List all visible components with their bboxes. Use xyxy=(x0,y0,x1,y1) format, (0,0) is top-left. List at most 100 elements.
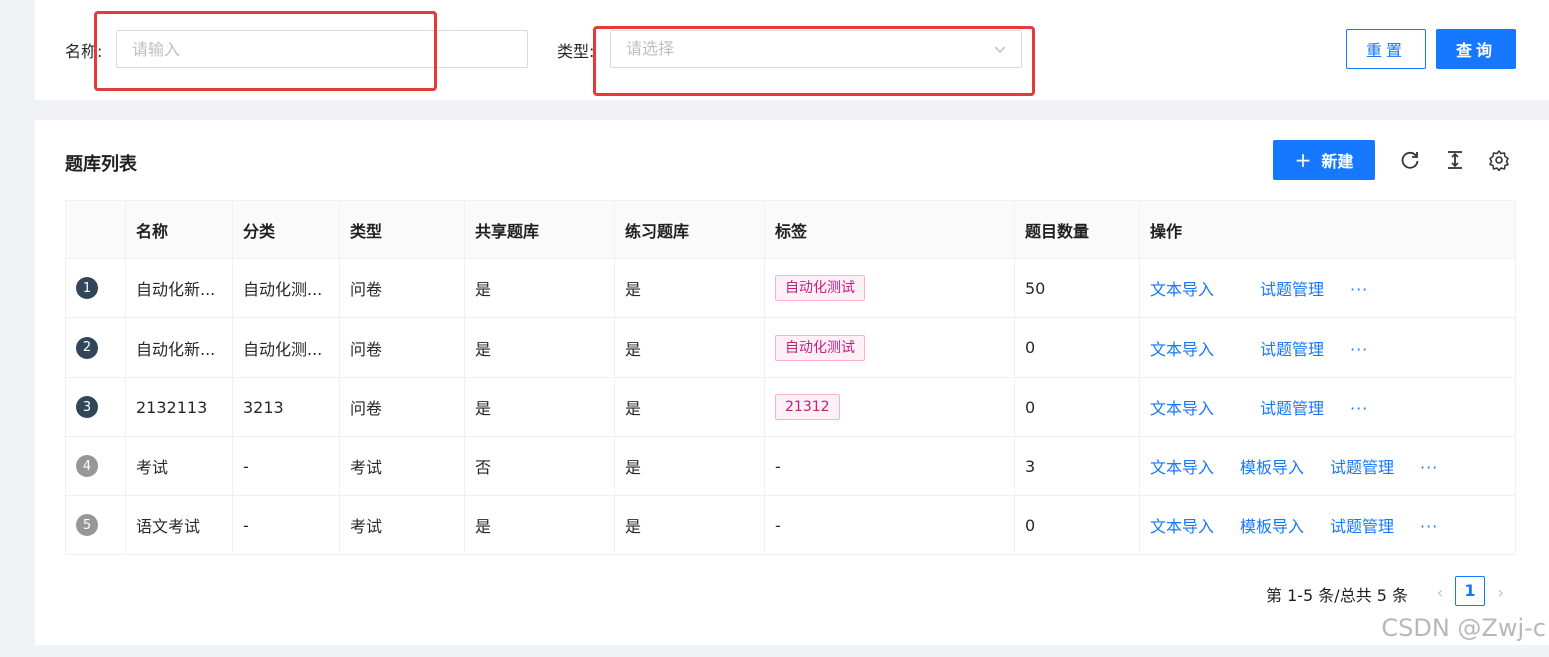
name-cell: 考试 xyxy=(125,436,233,496)
practice-cell: 是 xyxy=(614,317,765,378)
template-import-link[interactable]: 模板导入 xyxy=(1240,454,1330,478)
tag-cell: 自动化测试 xyxy=(764,317,1015,378)
question-manage-link[interactable]: 试题管理 xyxy=(1260,336,1350,360)
tag-cell: 自动化测试 xyxy=(764,258,1015,318)
column-header: 名称 xyxy=(125,200,233,259)
next-page-icon[interactable]: › xyxy=(1491,583,1511,603)
table-row: 4 考试 - 考试 否 是 - 3 文本导入 模板导入 试题管理 ··· xyxy=(65,436,1516,496)
index-badge: 1 xyxy=(76,277,98,300)
column-header-index xyxy=(65,200,126,259)
question-manage-link[interactable]: 试题管理 xyxy=(1260,276,1350,300)
index-badge: 3 xyxy=(76,396,98,419)
category-cell: 自动化测... xyxy=(232,317,340,378)
practice-cell: 是 xyxy=(614,495,765,555)
question-manage-link[interactable]: 试题管理 xyxy=(1260,395,1350,419)
question-bank-table: 名称 分类 类型 共享题库 练习题库 标签 题目数量 操作 1 自动化新... … xyxy=(65,200,1516,555)
column-header: 标签 xyxy=(764,200,1015,259)
type-cell: 问卷 xyxy=(339,377,465,437)
index-badge: 4 xyxy=(76,455,98,478)
category-cell: 自动化测... xyxy=(232,258,340,318)
prev-page-icon[interactable]: ‹ xyxy=(1430,583,1450,603)
name-cell: 自动化新... xyxy=(125,258,233,318)
watermark: CSDN @Zwj-c xyxy=(1381,614,1546,642)
more-icon[interactable]: ··· xyxy=(1350,399,1368,418)
type-label: 类型: xyxy=(557,42,595,61)
column-height-icon[interactable] xyxy=(1444,149,1466,171)
tag-cell: 21312 xyxy=(764,377,1015,437)
type-cell: 考试 xyxy=(339,436,465,496)
column-header: 分类 xyxy=(232,200,340,259)
column-header: 操作 xyxy=(1139,200,1516,259)
type-cell: 问卷 xyxy=(339,258,465,318)
ops-cell: 文本导入 模板导入 试题管理 ··· xyxy=(1139,436,1516,496)
text-import-link[interactable]: 文本导入 xyxy=(1150,276,1260,300)
practice-cell: 是 xyxy=(614,377,765,437)
name-cell: 2132113 xyxy=(125,377,233,437)
column-header: 练习题库 xyxy=(614,200,765,259)
template-import-link[interactable]: 模板导入 xyxy=(1240,513,1330,537)
ops-cell: 文本导入 试题管理 ··· xyxy=(1139,377,1516,437)
column-header: 共享题库 xyxy=(464,200,615,259)
category-cell: - xyxy=(232,495,340,555)
shared-cell: 是 xyxy=(464,377,615,437)
column-header: 类型 xyxy=(339,200,465,259)
index-badge: 2 xyxy=(76,336,98,359)
practice-cell: 是 xyxy=(614,436,765,496)
query-button[interactable]: 查询 xyxy=(1436,29,1516,69)
tag: 自动化测试 xyxy=(775,275,865,301)
more-icon[interactable]: ··· xyxy=(1350,340,1368,359)
category-cell: 3213 xyxy=(232,377,340,437)
pagination-summary: 第 1-5 条/总共 5 条 xyxy=(1266,586,1409,605)
table-row: 1 自动化新... 自动化测... 问卷 是 是 自动化测试 50 文本导入 试题… xyxy=(65,258,1516,318)
page-button-1[interactable]: 1 xyxy=(1455,576,1485,606)
card-title: 题库列表 xyxy=(65,154,137,175)
index-cell: 4 xyxy=(65,436,126,496)
chevron-down-icon xyxy=(994,46,1006,53)
shared-cell: 是 xyxy=(464,258,615,318)
type-cell: 考试 xyxy=(339,495,465,555)
name-cell: 自动化新... xyxy=(125,317,233,378)
column-header: 题目数量 xyxy=(1014,200,1140,259)
ops-cell: 文本导入 试题管理 ··· xyxy=(1139,258,1516,318)
tag: 自动化测试 xyxy=(775,334,865,361)
count-cell: 3 xyxy=(1014,436,1140,496)
count-cell: 0 xyxy=(1014,317,1140,378)
text-import-link[interactable]: 文本导入 xyxy=(1150,395,1260,419)
text-import-link[interactable]: 文本导入 xyxy=(1150,454,1240,478)
practice-cell: 是 xyxy=(614,258,765,318)
table-row: 2 自动化新... 自动化测... 问卷 是 是 自动化测试 0 文本导入 试题管… xyxy=(65,317,1516,378)
text-import-link[interactable]: 文本导入 xyxy=(1150,336,1260,360)
more-icon[interactable]: ··· xyxy=(1420,517,1438,536)
tag-cell: - xyxy=(764,436,1015,496)
shared-cell: 是 xyxy=(464,495,615,555)
more-icon[interactable]: ··· xyxy=(1420,458,1438,477)
table-row: 5 语文考试 - 考试 是 是 - 0 文本导入 模板导入 试题管理 ··· xyxy=(65,495,1516,555)
refresh-icon[interactable] xyxy=(1399,149,1421,171)
table-row: 3 2132113 3213 问卷 是 是 21312 0 文本导入 试题管理 ··… xyxy=(65,377,1516,437)
new-button[interactable]: + 新建 xyxy=(1273,140,1375,180)
index-badge: 5 xyxy=(76,514,98,537)
plus-icon: + xyxy=(1294,148,1312,172)
index-cell: 5 xyxy=(65,495,126,555)
setting-icon[interactable] xyxy=(1488,149,1510,171)
ops-cell: 文本导入 模板导入 试题管理 ··· xyxy=(1139,495,1516,555)
ops-cell: 文本导入 试题管理 ··· xyxy=(1139,317,1516,378)
name-label: 名称: xyxy=(65,42,103,61)
type-cell: 问卷 xyxy=(339,317,465,378)
count-cell: 0 xyxy=(1014,377,1140,437)
search-panel: 名称: 类型: 请选择 重置 查询 xyxy=(35,0,1549,100)
question-bank-card: 题库列表 + 新建 名称 分类 类型 共享题库 练习题库 标签 题目数量 操作 … xyxy=(35,120,1549,645)
type-select-placeholder: 请选择 xyxy=(626,39,675,58)
new-button-label: 新建 xyxy=(1321,152,1354,171)
question-manage-link[interactable]: 试题管理 xyxy=(1330,454,1420,478)
reset-button[interactable]: 重置 xyxy=(1346,29,1426,69)
question-manage-link[interactable]: 试题管理 xyxy=(1330,513,1420,537)
name-cell: 语文考试 xyxy=(125,495,233,555)
shared-cell: 是 xyxy=(464,317,615,378)
type-select[interactable]: 请选择 xyxy=(610,30,1022,68)
more-icon[interactable]: ··· xyxy=(1350,280,1368,299)
shared-cell: 否 xyxy=(464,436,615,496)
text-import-link[interactable]: 文本导入 xyxy=(1150,513,1240,537)
name-input[interactable] xyxy=(116,30,528,68)
count-cell: 0 xyxy=(1014,495,1140,555)
